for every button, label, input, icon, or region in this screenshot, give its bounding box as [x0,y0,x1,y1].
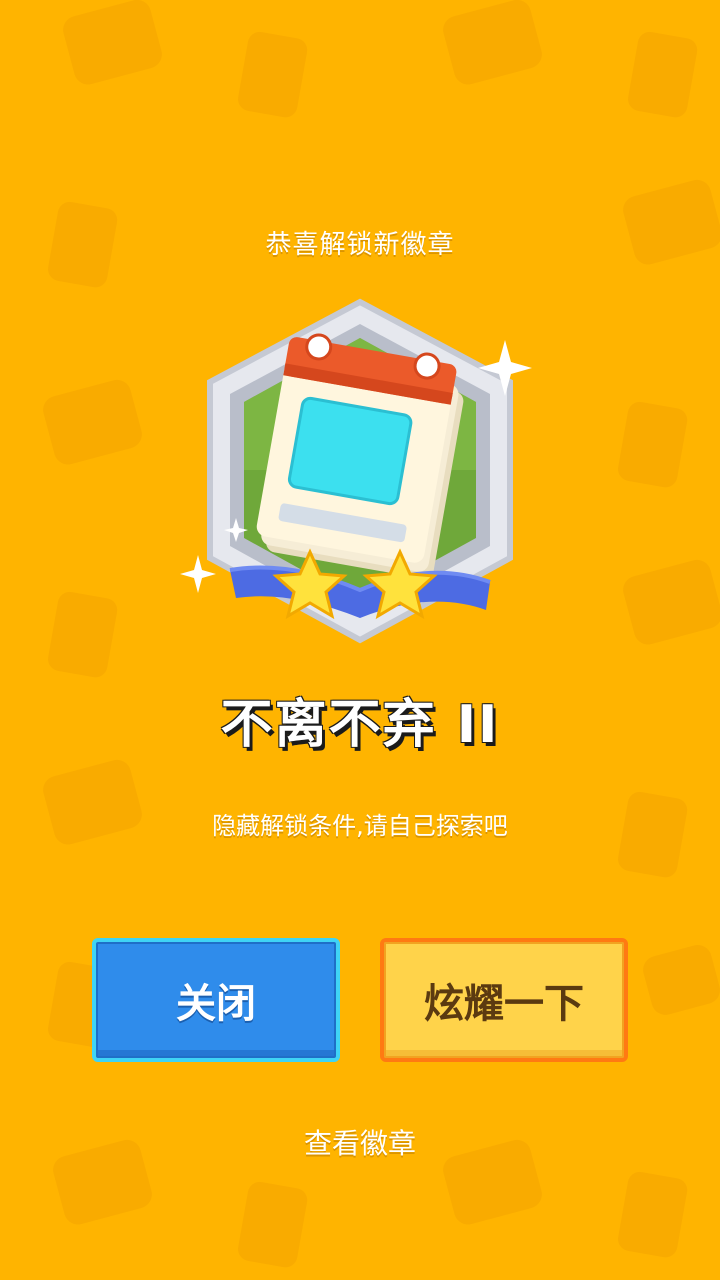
share-button[interactable]: 炫耀一下 [380,938,628,1062]
unlock-hint: 隐藏解锁条件,请自己探索吧 [212,812,508,840]
badge-name: 不离不弃 II [220,695,500,755]
unlock-title: 恭喜解锁新徽章 [265,230,455,260]
share-button-label: 炫耀一下 [424,981,584,1027]
calendar-badge-icon [180,298,532,644]
view-badges-link[interactable]: 查看徽章 [0,1122,720,1162]
close-button-label: 关闭 [176,981,256,1027]
close-button[interactable]: 关闭 [92,938,340,1062]
